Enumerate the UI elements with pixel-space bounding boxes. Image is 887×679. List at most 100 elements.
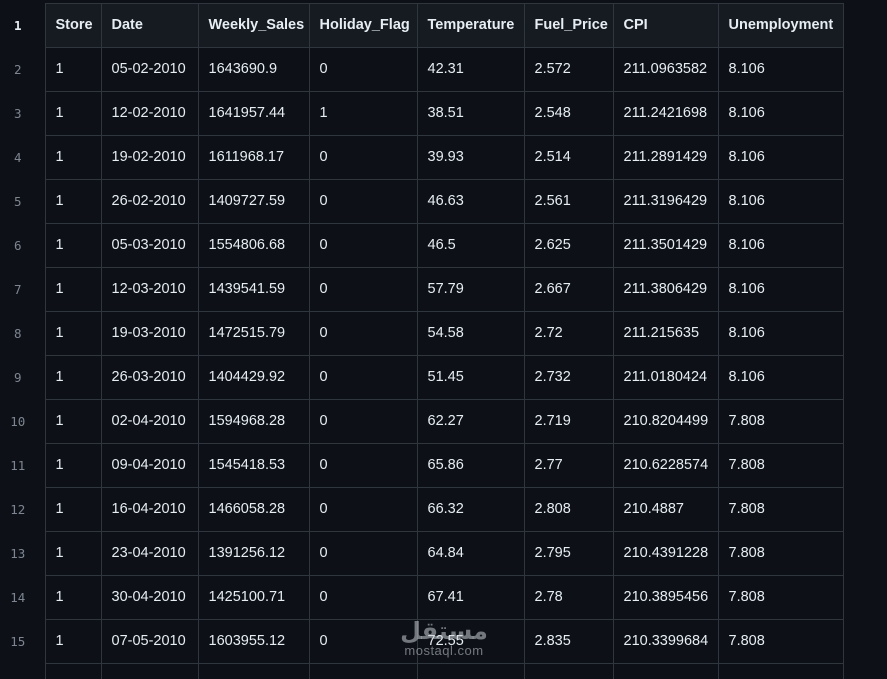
cell-temperature[interactable]: 65.86: [416, 443, 525, 488]
cell-unemployment[interactable]: 7.808: [717, 663, 844, 679]
cell-date[interactable]: 16-04-2010: [100, 487, 199, 532]
cell-cpi[interactable]: 210.3374261: [612, 663, 719, 679]
cell-date[interactable]: 02-04-2010: [100, 399, 199, 444]
cell-store[interactable]: 1: [44, 179, 102, 224]
cell-store[interactable]: 1: [44, 47, 102, 92]
cell-weekly-sales[interactable]: 1391256.12: [197, 531, 310, 576]
line-number[interactable]: 10: [0, 399, 46, 444]
cell-fuel-price[interactable]: 2.667: [523, 267, 614, 312]
cell-holiday-flag[interactable]: 0: [308, 575, 418, 620]
cell-cpi[interactable]: 211.3806429: [612, 267, 719, 312]
line-number[interactable]: 3: [0, 91, 46, 136]
cell-unemployment[interactable]: 8.106: [717, 179, 844, 224]
cell-cpi[interactable]: 211.215635: [612, 311, 719, 356]
cell-fuel-price[interactable]: 2.561: [523, 179, 614, 224]
line-number[interactable]: 8: [0, 311, 46, 356]
line-number[interactable]: 5: [0, 179, 46, 224]
cell-weekly-sales[interactable]: 1494251.5: [197, 663, 310, 679]
cell-date[interactable]: 26-03-2010: [100, 355, 199, 400]
line-number[interactable]: 11: [0, 443, 46, 488]
column-header-holiday-flag[interactable]: Holiday_Flag: [308, 3, 418, 48]
cell-weekly-sales[interactable]: 1641957.44: [197, 91, 310, 136]
cell-temperature[interactable]: 46.63: [416, 179, 525, 224]
cell-temperature[interactable]: 66.32: [416, 487, 525, 532]
column-header-temperature[interactable]: Temperature: [416, 3, 525, 48]
cell-unemployment[interactable]: 8.106: [717, 91, 844, 136]
cell-store[interactable]: 1: [44, 487, 102, 532]
cell-store[interactable]: 1: [44, 355, 102, 400]
cell-unemployment[interactable]: 8.106: [717, 311, 844, 356]
cell-cpi[interactable]: 211.2891429: [612, 135, 719, 180]
column-header-unemployment[interactable]: Unemployment: [717, 3, 844, 48]
line-number[interactable]: 15: [0, 619, 46, 664]
cell-holiday-flag[interactable]: 0: [308, 399, 418, 444]
cell-temperature[interactable]: 72.55: [416, 619, 525, 664]
cell-unemployment[interactable]: 8.106: [717, 135, 844, 180]
cell-cpi[interactable]: 211.2421698: [612, 91, 719, 136]
cell-cpi[interactable]: 210.6228574: [612, 443, 719, 488]
cell-date[interactable]: 07-05-2010: [100, 619, 199, 664]
cell-fuel-price[interactable]: 2.835: [523, 619, 614, 664]
cell-weekly-sales[interactable]: 1409727.59: [197, 179, 310, 224]
cell-fuel-price[interactable]: 2.808: [523, 487, 614, 532]
cell-store[interactable]: 1: [44, 531, 102, 576]
cell-cpi[interactable]: 211.3501429: [612, 223, 719, 268]
cell-unemployment[interactable]: 8.106: [717, 355, 844, 400]
cell-temperature[interactable]: 57.79: [416, 267, 525, 312]
cell-temperature[interactable]: 64.84: [416, 531, 525, 576]
cell-weekly-sales[interactable]: 1425100.71: [197, 575, 310, 620]
cell-cpi[interactable]: 210.3895456: [612, 575, 719, 620]
cell-unemployment[interactable]: 7.808: [717, 619, 844, 664]
cell-date[interactable]: 19-03-2010: [100, 311, 199, 356]
cell-unemployment[interactable]: 8.106: [717, 223, 844, 268]
cell-temperature[interactable]: 51.45: [416, 355, 525, 400]
line-number[interactable]: 2: [0, 47, 46, 92]
line-number[interactable]: 14: [0, 575, 46, 620]
line-number[interactable]: 16: [0, 663, 46, 679]
column-header-fuel-price[interactable]: Fuel_Price: [523, 3, 614, 48]
cell-date[interactable]: 05-03-2010: [100, 223, 199, 268]
cell-cpi[interactable]: 210.8204499: [612, 399, 719, 444]
cell-holiday-flag[interactable]: 0: [308, 267, 418, 312]
column-header-cpi[interactable]: CPI: [612, 3, 719, 48]
cell-fuel-price[interactable]: 2.795: [523, 531, 614, 576]
cell-weekly-sales[interactable]: 1466058.28: [197, 487, 310, 532]
cell-store[interactable]: 1: [44, 443, 102, 488]
cell-fuel-price[interactable]: 2.548: [523, 91, 614, 136]
line-number[interactable]: 1: [0, 3, 46, 48]
cell-unemployment[interactable]: 7.808: [717, 531, 844, 576]
cell-fuel-price[interactable]: 2.854: [523, 663, 614, 679]
line-number[interactable]: 7: [0, 267, 46, 312]
cell-cpi[interactable]: 210.4887: [612, 487, 719, 532]
cell-weekly-sales[interactable]: 1594968.28: [197, 399, 310, 444]
cell-cpi[interactable]: 211.0963582: [612, 47, 719, 92]
cell-holiday-flag[interactable]: 0: [308, 179, 418, 224]
cell-weekly-sales[interactable]: 1404429.92: [197, 355, 310, 400]
cell-weekly-sales[interactable]: 1554806.68: [197, 223, 310, 268]
cell-date[interactable]: 05-02-2010: [100, 47, 199, 92]
cell-temperature[interactable]: 62.27: [416, 399, 525, 444]
cell-date[interactable]: 14-05-2010: [100, 663, 199, 679]
cell-fuel-price[interactable]: 2.719: [523, 399, 614, 444]
cell-store[interactable]: 1: [44, 135, 102, 180]
cell-date[interactable]: 09-04-2010: [100, 443, 199, 488]
cell-cpi[interactable]: 210.3399684: [612, 619, 719, 664]
cell-weekly-sales[interactable]: 1439541.59: [197, 267, 310, 312]
cell-date[interactable]: 30-04-2010: [100, 575, 199, 620]
cell-store[interactable]: 1: [44, 399, 102, 444]
line-number[interactable]: 13: [0, 531, 46, 576]
cell-date[interactable]: 23-04-2010: [100, 531, 199, 576]
cell-holiday-flag[interactable]: 0: [308, 663, 418, 679]
cell-store[interactable]: 1: [44, 663, 102, 679]
cell-store[interactable]: 1: [44, 267, 102, 312]
cell-date[interactable]: 12-02-2010: [100, 91, 199, 136]
cell-fuel-price[interactable]: 2.78: [523, 575, 614, 620]
cell-date[interactable]: 26-02-2010: [100, 179, 199, 224]
cell-cpi[interactable]: 211.3196429: [612, 179, 719, 224]
cell-weekly-sales[interactable]: 1643690.9: [197, 47, 310, 92]
cell-cpi[interactable]: 210.4391228: [612, 531, 719, 576]
cell-fuel-price[interactable]: 2.625: [523, 223, 614, 268]
cell-store[interactable]: 1: [44, 91, 102, 136]
cell-holiday-flag[interactable]: 0: [308, 47, 418, 92]
cell-unemployment[interactable]: 8.106: [717, 47, 844, 92]
